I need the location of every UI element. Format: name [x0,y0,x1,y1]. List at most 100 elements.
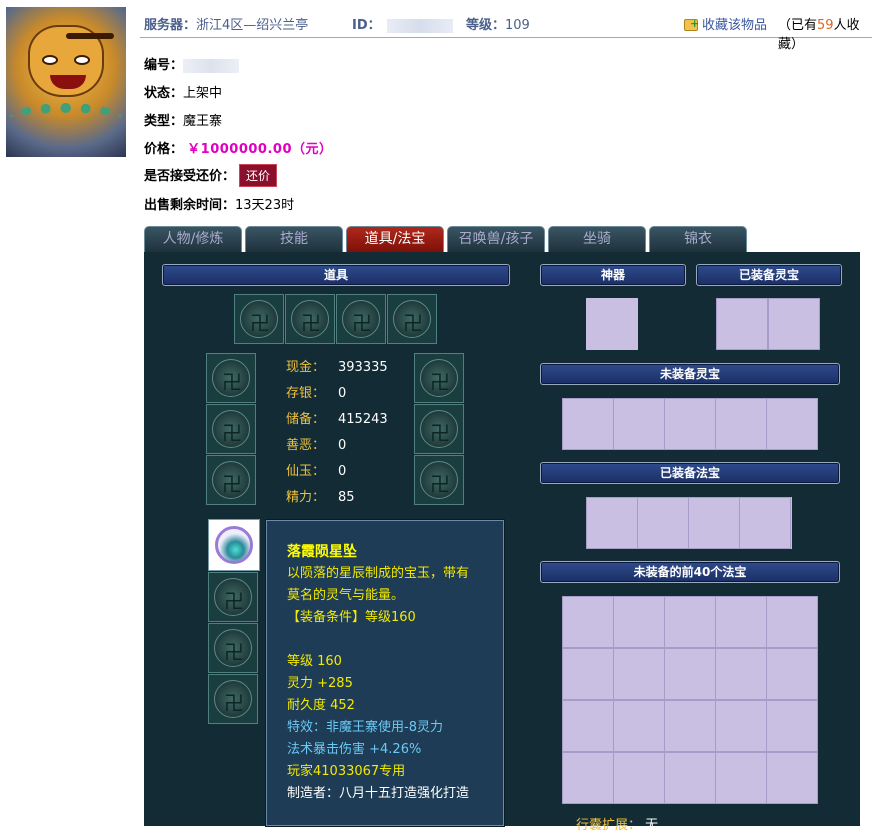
tooltip-title: 落霞陨星坠 [287,544,357,560]
fabao-slot[interactable] [766,596,818,648]
lingbao-slot[interactable] [613,398,665,450]
fabao-slot[interactable] [664,700,716,752]
header-bar: 服务器：浙江4区—绍兴兰亭 ID： 等级：109 收藏该物品 （已有59人收藏） [140,6,872,52]
fabao-slot[interactable] [613,752,665,804]
lingbao-slot[interactable] [664,398,716,450]
equip-slot[interactable] [206,353,256,403]
empty-slot-icon [420,410,459,448]
fabao-slot[interactable] [766,648,818,700]
price-row: 价格： ￥1000000.00（元） [144,142,333,157]
fabao-slot[interactable] [664,596,716,648]
type-row: 类型：魔王寨 [144,114,223,129]
lingbao-slot[interactable] [562,398,614,450]
status-row: 状态：上架中 [144,86,223,101]
gem-pendant-icon [215,526,253,564]
tab-outfits[interactable]: 锦衣 [649,226,747,252]
favorite-add-icon [684,17,699,31]
empty-slot-icon [214,578,253,616]
empty-slot-icon [214,680,253,718]
item-slot-selected[interactable] [208,519,260,571]
bag-expand: 行囊扩展： 无 [576,818,659,833]
id-info: ID： [352,14,453,33]
money-cash: 现金： 393335 [286,360,388,375]
tooltip-requirement: 【装备条件】等级160 [287,610,416,625]
fabao-slot[interactable] [664,752,716,804]
equip-slot[interactable] [336,294,386,344]
tab-skills[interactable]: 技能 [245,226,343,252]
fabao-slot[interactable] [562,648,614,700]
fabao-slot[interactable] [766,700,818,752]
tooltip-owner: 玩家41033067专用 [287,764,406,779]
equip-slot[interactable] [387,294,437,344]
items-header: 道具 [162,264,510,286]
equip-slot[interactable] [414,404,464,454]
time-row: 出售剩余时间：13天23时 [144,198,295,213]
empty-slot-icon [212,410,251,448]
fabao-slot[interactable] [688,497,740,549]
fabao-slot[interactable] [664,648,716,700]
money-saved: 存银： 0 [286,386,347,401]
money-reserve: 储备： 415243 [286,412,388,427]
tooltip-spirit: 灵力 +285 [287,676,353,691]
fabao-slot[interactable] [613,700,665,752]
fabao-slot[interactable] [586,497,638,549]
fabao-slot[interactable] [715,752,767,804]
empty-slot-icon [240,300,279,338]
equip-slot[interactable] [206,404,256,454]
fabao-slot[interactable] [715,596,767,648]
tooltip-durability: 耐久度 452 [287,698,355,713]
item-tooltip: 落霞陨星坠 以陨落的星辰制成的宝玉，带有 莫名的灵气与能量。 【装备条件】等级1… [266,520,504,826]
unequipped-lingbao-header: 未装备灵宝 [540,363,840,385]
empty-slot-icon [393,300,432,338]
server-info: 服务器：浙江4区—绍兴兰亭 [144,18,309,33]
artifact-header: 神器 [540,264,686,286]
favorite-link[interactable]: 收藏该物品 [684,14,767,33]
bag-slot[interactable] [208,572,258,622]
fabao-slot[interactable] [715,648,767,700]
empty-slot-icon [420,461,459,499]
character-avatar [6,7,126,157]
bag-slot[interactable] [208,623,258,673]
fabao-slot[interactable] [562,596,614,648]
lingbao-slot[interactable] [768,298,820,350]
fabao-slot[interactable] [739,497,791,549]
fabao-slot[interactable] [562,752,614,804]
bead-necklace [10,103,122,133]
tooltip-special: 特效：非魔王寨使用-8灵力 [287,720,443,735]
tooltip-level: 等级 160 [287,654,342,669]
fabao-slot[interactable] [715,700,767,752]
equip-slot[interactable] [414,455,464,505]
empty-slot-icon [214,629,253,667]
tab-pets[interactable]: 召唤兽/孩子 [447,226,545,252]
tooltip-maker: 制造者：八月十五打造强化打造 [287,786,470,801]
equipped-lingbao-header: 已装备灵宝 [696,264,842,286]
equipped-fabao-header: 已装备法宝 [540,462,840,484]
money-jade: 仙玉： 0 [286,464,347,479]
tiger-face [28,25,114,97]
number-redacted [183,58,240,73]
favorite-count: （已有59人收藏） [778,18,860,52]
tab-mounts[interactable]: 坐骑 [548,226,646,252]
equip-slot[interactable] [234,294,284,344]
bag-slot[interactable] [208,674,258,724]
bargain-button[interactable]: 还价 [239,164,278,187]
lingbao-slot[interactable] [716,298,768,350]
fabao-slot[interactable] [613,596,665,648]
unequipped-fabao-header: 未装备的前40个法宝 [540,561,840,583]
fabao-slot[interactable] [613,648,665,700]
equip-slot[interactable] [206,455,256,505]
tab-items[interactable]: 道具/法宝 [346,226,444,252]
artifact-slot[interactable] [586,298,638,350]
tooltip-desc1: 以陨落的星辰制成的宝玉，带有 [287,566,470,581]
empty-slot-icon [212,359,251,397]
fabao-slot[interactable] [766,752,818,804]
equip-slot[interactable] [285,294,335,344]
lingbao-slot[interactable] [766,398,818,450]
equip-slot[interactable] [414,353,464,403]
lingbao-slot[interactable] [715,398,767,450]
equipped-fabao-grid [586,497,792,549]
money-karma: 善恶： 0 [286,438,347,453]
fabao-slot[interactable] [562,700,614,752]
fabao-slot[interactable] [637,497,689,549]
tab-character[interactable]: 人物/修炼 [144,226,242,252]
